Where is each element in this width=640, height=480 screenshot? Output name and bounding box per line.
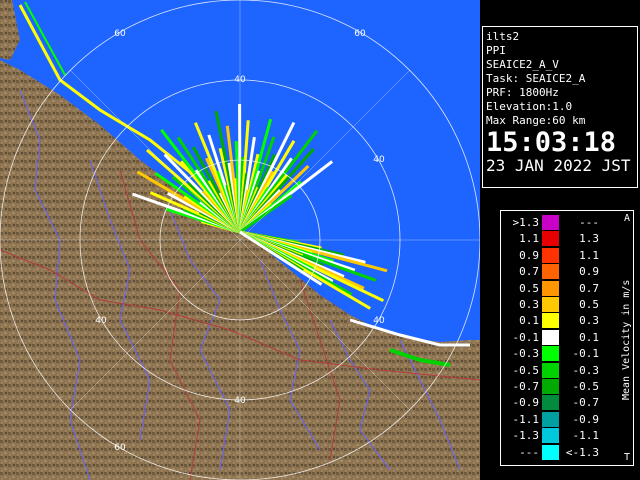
legend-lower-value: -0.9 bbox=[512, 396, 540, 410]
legend-color-swatch bbox=[542, 280, 559, 296]
legend-color-swatch bbox=[542, 264, 559, 280]
legend-row: --- <-1.3 bbox=[501, 444, 621, 460]
legend-top-mark: A bbox=[623, 213, 631, 224]
max-range-value: Max Range:60 km bbox=[486, 114, 586, 127]
legend-upper-value: -0.7 bbox=[572, 396, 600, 410]
scan-time: 15:03:18 bbox=[486, 127, 617, 158]
legend-upper-value: --- bbox=[579, 216, 599, 229]
radial-lines bbox=[0, 0, 480, 480]
legend-lower-value: -0.7 bbox=[512, 380, 540, 393]
ring-label-60-northeast: 60 bbox=[354, 29, 366, 39]
legend-upper-value: 0.5 bbox=[579, 298, 599, 311]
side-panel: ilts2 PPI SEAICE2_A_V Task: SEAICE2_A PR… bbox=[480, 0, 640, 480]
legend-row: -1.1 -0.9 bbox=[501, 411, 621, 427]
legend-color-swatch bbox=[542, 346, 559, 362]
legend-color-swatch bbox=[542, 444, 559, 460]
legend-bottom-mark: T bbox=[623, 452, 631, 463]
legend-color-swatch bbox=[542, 215, 559, 230]
legend-lower-value: -1.3 bbox=[512, 429, 540, 443]
legend-lower-value: -0.3 bbox=[512, 347, 540, 361]
legend-lower-value: -1.1 bbox=[512, 412, 540, 426]
legend-lower-value: 0.5 bbox=[519, 281, 539, 295]
legend-upper-value: 0.7 bbox=[579, 281, 599, 295]
legend-upper-value: -0.5 bbox=[572, 380, 600, 393]
legend-row: -0.3 -0.1 bbox=[501, 346, 621, 362]
legend-color-swatch bbox=[542, 329, 559, 345]
legend-row: -0.5 -0.3 bbox=[501, 362, 621, 378]
ring-label-40-north: 40 bbox=[234, 75, 246, 85]
legend-color-swatch bbox=[542, 428, 559, 444]
ring-label-40-southeast: 40 bbox=[373, 316, 385, 326]
legend-upper-value: -0.3 bbox=[572, 363, 600, 377]
legend-row: 0.5 0.7 bbox=[501, 280, 621, 296]
scan-type: PPI bbox=[486, 44, 506, 57]
legend-row: -1.3 -1.1 bbox=[501, 428, 621, 444]
legend-row: >1.3 --- bbox=[501, 215, 621, 230]
legend-upper-value: -1.1 bbox=[572, 429, 600, 443]
velocity-legend: >1.3 --- 1.1 1.3 0.9 1.1 0.7 0.9 0.5 0.7 0.3 0.5 0.1… bbox=[500, 210, 634, 466]
task-name: Task: SEAICE2_A bbox=[486, 72, 586, 85]
ring-label-40-south: 40 bbox=[234, 396, 246, 406]
legend-color-swatch bbox=[542, 411, 559, 427]
legend-lower-value: -0.5 bbox=[512, 363, 540, 377]
legend-color-swatch bbox=[542, 362, 559, 378]
legend-upper-value: 0.1 bbox=[579, 330, 599, 344]
legend-upper-value: -0.9 bbox=[572, 412, 600, 426]
legend-color-swatch bbox=[542, 247, 559, 263]
legend-lower-value: >1.3 bbox=[512, 216, 540, 229]
site-name: ilts2 bbox=[486, 30, 520, 43]
legend-lower-value: 0.1 bbox=[519, 314, 539, 328]
legend-row: -0.9 -0.7 bbox=[501, 395, 621, 411]
legend-color-swatch bbox=[542, 297, 559, 312]
elevation-value: Elevation:1.0 bbox=[486, 100, 573, 113]
legend-row: 0.7 0.9 bbox=[501, 264, 621, 280]
scan-date: 23 JAN 2022 JST bbox=[486, 156, 631, 175]
ring-label-60-southwest: 60 bbox=[114, 443, 126, 453]
legend-upper-value: 0.3 bbox=[579, 314, 599, 328]
legend-upper-value: <-1.3 bbox=[565, 445, 599, 459]
legend-row: -0.7 -0.5 bbox=[501, 379, 621, 394]
radar-ppi-display: 40 40 40 40 40 60 60 60 bbox=[0, 0, 480, 480]
legend-lower-value: 1.1 bbox=[519, 232, 539, 246]
scan-info-panel: ilts2 PPI SEAICE2_A_V Task: SEAICE2_A PR… bbox=[482, 26, 638, 188]
legend-upper-value: 1.3 bbox=[579, 232, 599, 246]
legend-row: -0.1 0.1 bbox=[501, 329, 621, 345]
legend-title: Mean Velocity in m/s bbox=[621, 279, 632, 401]
legend-color-swatch bbox=[542, 231, 559, 247]
legend-upper-value: 0.9 bbox=[579, 265, 599, 279]
legend-color-swatch bbox=[542, 313, 559, 329]
legend-upper-value: 1.1 bbox=[579, 248, 599, 262]
legend-row: 0.1 0.3 bbox=[501, 313, 621, 329]
legend-row: 0.3 0.5 bbox=[501, 297, 621, 312]
legend-lower-value: 0.3 bbox=[519, 298, 539, 311]
product-name: SEAICE2_A_V bbox=[486, 58, 559, 71]
legend-row: 0.9 1.1 bbox=[501, 247, 621, 263]
ring-label-40-southwest: 40 bbox=[95, 316, 107, 326]
legend-lower-value: --- bbox=[519, 445, 539, 459]
ring-label-60-northwest: 60 bbox=[114, 29, 126, 39]
legend-lower-value: -0.1 bbox=[512, 330, 540, 344]
legend-upper-value: -0.1 bbox=[572, 347, 600, 361]
legend-color-swatch bbox=[542, 379, 559, 394]
legend-lower-value: 0.7 bbox=[519, 265, 539, 279]
prf-value: PRF: 1800Hz bbox=[486, 86, 559, 99]
legend-lower-value: 0.9 bbox=[519, 248, 539, 262]
legend-row: 1.1 1.3 bbox=[501, 231, 621, 247]
ring-label-40-northeast: 40 bbox=[373, 155, 385, 165]
legend-color-swatch bbox=[542, 395, 559, 411]
